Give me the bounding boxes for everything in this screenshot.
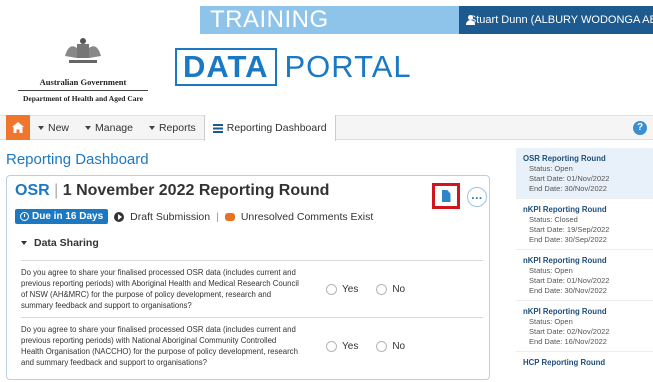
section-title: Data Sharing — [34, 237, 99, 249]
caret-down-icon — [38, 125, 44, 130]
reporting-round-card: OSR | 1 November 2022 Reporting Round ..… — [6, 175, 490, 380]
user-menu[interactable]: Stuart Dunn (ALBURY WODONGA ABORIGINAL — [458, 6, 653, 34]
more-options-button[interactable]: ... — [467, 187, 487, 207]
environment-bar: TRAINING ENVIRONMENT Stuart Dunn (ALBURY… — [200, 6, 653, 61]
question-text: Do you agree to share your finalised pro… — [21, 268, 299, 310]
portal-logo-light: PORTAL — [284, 49, 412, 84]
sidebar-round-name: nKPI Reporting Round — [523, 256, 607, 265]
coat-of-arms-icon — [65, 38, 101, 63]
radio-no-label: No — [392, 283, 406, 295]
sidebar-round-status: Status: Open — [529, 266, 573, 275]
caret-down-icon — [148, 125, 155, 130]
government-logo: Australian Government Department of Heal… — [18, 36, 148, 103]
sidebar-round-status: Status: Open — [529, 317, 573, 326]
radio-button[interactable] — [376, 340, 388, 352]
radio-yes[interactable]: Yes — [326, 340, 359, 352]
dashboard-icon — [212, 123, 223, 133]
sidebar-round-start: Start Date: 19/Sep/2022 — [529, 225, 610, 234]
sidebar-round-status: Status: Closed — [529, 215, 578, 224]
data-portal-logo[interactable]: DATA PORTAL — [175, 48, 412, 86]
nav-manage[interactable]: Manage — [77, 115, 141, 140]
submission-status: Draft Submission — [130, 210, 211, 223]
nav-reports[interactable]: Reports — [141, 115, 204, 140]
main-nav: New Manage Reports Reporting Dashboard ? — [0, 115, 653, 141]
tab-reporting-dashboard-label: Reporting Dashboard — [226, 122, 327, 134]
radio-yes-label: Yes — [342, 283, 359, 295]
radio-button[interactable] — [326, 340, 337, 352]
question-row: Do you agree to share your finalised pro… — [21, 260, 483, 317]
radio-no[interactable]: No — [376, 283, 406, 295]
round-title: OSR | 1 November 2022 Reporting Round — [15, 182, 329, 200]
government-name: Australian Government — [18, 77, 148, 91]
sidebar-round-end: End Date: 30/Nov/2022 — [529, 184, 607, 193]
radio-no[interactable]: No — [376, 340, 406, 352]
round-abbr: OSR — [15, 182, 50, 199]
sidebar-round-item[interactable]: nKPI Reporting Round Status: Open Start … — [516, 301, 653, 352]
sidebar-round-item[interactable]: nKPI Reporting Round Status: Closed Star… — [516, 199, 653, 250]
answer-options: Yes No — [304, 261, 405, 317]
nav-new[interactable]: New — [30, 115, 77, 140]
sidebar-round-item[interactable]: nKPI Reporting Round Status: Open Start … — [516, 250, 653, 301]
due-label: Due in 16 Days — [32, 211, 104, 222]
user-name: Stuart Dunn (ALBURY WODONGA ABORIGINAL — [468, 14, 653, 26]
sidebar-round-name: nKPI Reporting Round — [523, 205, 607, 214]
environment-title: TRAINING ENVIRONMENT — [200, 6, 459, 61]
portal-logo-bold: DATA — [175, 48, 277, 86]
sidebar-round-end: End Date: 30/Nov/2022 — [529, 286, 607, 295]
document-icon — [441, 190, 451, 202]
view-document-button[interactable] — [432, 183, 460, 209]
caret-down-icon — [85, 125, 92, 130]
question-row: Do you agree to share your finalised pro… — [21, 317, 483, 374]
home-icon — [12, 122, 24, 133]
comment-icon — [224, 212, 235, 221]
sidebar-round-start: Start Date: 01/Nov/2022 — [529, 276, 610, 285]
home-button[interactable] — [6, 115, 30, 140]
sidebar-round-start: Start Date: 01/Nov/2022 — [529, 174, 610, 183]
tab-reporting-dashboard[interactable]: Reporting Dashboard — [203, 115, 336, 141]
data-sharing-section-toggle[interactable]: Data Sharing — [21, 237, 99, 249]
radio-yes-label: Yes — [342, 340, 359, 352]
sidebar-round-start: Start Date: 02/Nov/2022 — [529, 327, 610, 336]
round-status-row: Due in 16 Days Draft Submission | Unreso… — [15, 209, 373, 224]
round-title-separator: | — [54, 182, 59, 199]
question-text: Do you agree to share your finalised pro… — [21, 325, 298, 367]
comments-status: Unresolved Comments Exist — [240, 210, 374, 223]
radio-yes[interactable]: Yes — [326, 283, 359, 295]
answer-options: Yes No — [304, 318, 405, 374]
caret-down-icon — [21, 241, 27, 245]
nav-manage-label: Manage — [95, 121, 133, 134]
header-banner: TRAINING ENVIRONMENT Stuart Dunn (ALBURY… — [0, 0, 653, 115]
sidebar-round-end: End Date: 30/Sep/2022 — [529, 235, 607, 244]
reporting-rounds-sidebar: OSR Reporting Round Status: Open Start D… — [516, 140, 653, 382]
nav-new-label: New — [48, 121, 70, 134]
sidebar-round-item[interactable]: OSR Reporting Round Status: Open Start D… — [516, 148, 653, 199]
arrow-circle-right-icon — [114, 211, 125, 222]
radio-button[interactable] — [376, 283, 388, 295]
department-name: Department of Health and Aged Care — [22, 94, 144, 103]
page-title: Reporting Dashboard — [6, 151, 149, 168]
sidebar-round-name: nKPI Reporting Round — [523, 307, 607, 316]
status-divider: | — [216, 210, 219, 223]
help-icon[interactable]: ? — [633, 121, 647, 135]
due-badge: Due in 16 Days — [15, 209, 109, 224]
radio-no-label: No — [392, 340, 406, 352]
round-title-text: 1 November 2022 Reporting Round — [62, 182, 330, 199]
sidebar-round-end: End Date: 16/Nov/2022 — [529, 337, 607, 346]
radio-button[interactable] — [326, 283, 337, 295]
sidebar-round-name: HCP Reporting Round — [523, 358, 606, 367]
sidebar-round-status: Status: Open — [529, 164, 573, 173]
clock-icon — [20, 212, 29, 221]
sidebar-round-item[interactable]: HCP Reporting Round — [516, 352, 653, 372]
nav-reports-label: Reports — [158, 121, 196, 134]
sidebar-round-name: OSR Reporting Round — [523, 154, 606, 163]
